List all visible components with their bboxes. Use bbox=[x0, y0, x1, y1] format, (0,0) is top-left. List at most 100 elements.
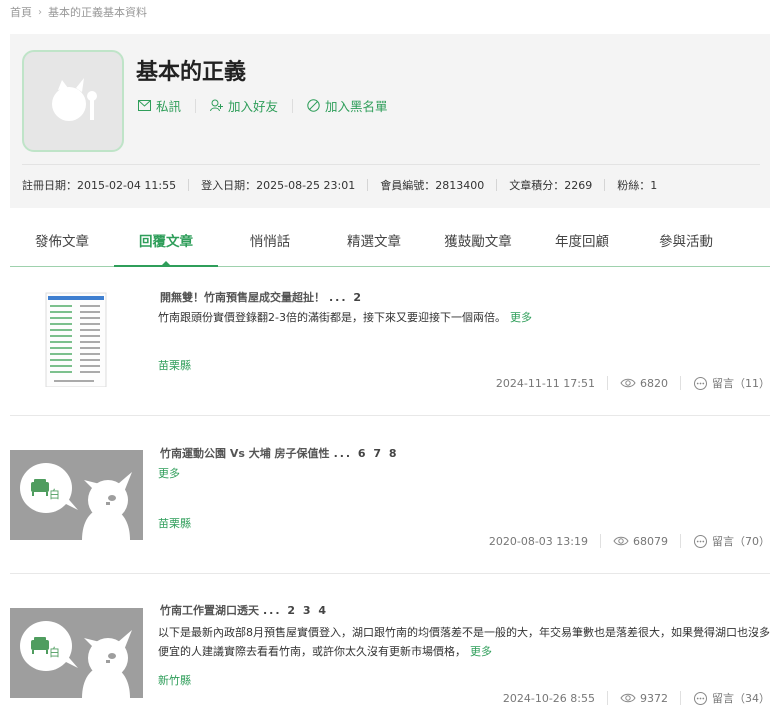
comment-icon bbox=[694, 376, 707, 390]
post-pages[interactable]: ... 2 bbox=[329, 291, 363, 304]
post-thumbnail[interactable]: 白 bbox=[10, 450, 143, 540]
chevron-right-icon: › bbox=[38, 6, 42, 18]
comments-label: 留言（11） bbox=[712, 377, 770, 390]
views-value: 68079 bbox=[633, 534, 668, 548]
post-date: 2024-10-26 8:55 bbox=[502, 691, 595, 705]
tab-bar: 發佈文章 回覆文章 悄悄話 精選文章 獲鼓勵文章 年度回顧 參與活動 bbox=[10, 223, 770, 267]
tab-featured-articles[interactable]: 精選文章 bbox=[322, 223, 426, 266]
post-title-row[interactable]: 開無雙！竹南預售屋成交量超扯！ ... 2 bbox=[160, 289, 363, 305]
list-item[interactable]: 白 竹南運動公園 Vs 大埔 房子保值性 ... 6 7 8 更多 苗栗縣 202… bbox=[10, 438, 770, 568]
post-date: 2024-11-11 17:51 bbox=[495, 376, 595, 390]
post-title[interactable]: 竹南運動公園 Vs 大埔 房子保值性 bbox=[160, 447, 330, 460]
tab-annual-review[interactable]: 年度回顧 bbox=[530, 223, 634, 266]
breadcrumb: 首頁 › 基本的正義基本資料 bbox=[10, 4, 147, 20]
post-thumbnail[interactable] bbox=[10, 287, 143, 388]
divider bbox=[607, 376, 608, 390]
divider bbox=[10, 415, 770, 416]
blacklist-label: 加入黑名單 bbox=[325, 99, 388, 114]
tab-posted-articles[interactable]: 發佈文章 bbox=[10, 223, 114, 266]
post-pages[interactable]: ... 6 7 8 bbox=[334, 447, 399, 460]
fans-count: 粉絲：1 bbox=[617, 179, 658, 192]
profile-stats: 註冊日期：2015-02-04 11:55 登入日期：2025-08-25 23… bbox=[22, 177, 657, 193]
tab-whispers[interactable]: 悄悄話 bbox=[218, 223, 322, 266]
divider bbox=[10, 573, 770, 574]
default-avatar-icon bbox=[52, 78, 97, 121]
tab-events[interactable]: 參與活動 bbox=[634, 223, 738, 266]
views-count: 6820 bbox=[620, 377, 668, 390]
post-location[interactable]: 苗栗縣 bbox=[158, 357, 191, 373]
post-excerpt: 更多 bbox=[158, 464, 770, 483]
message-button[interactable]: 私訊 bbox=[138, 96, 181, 115]
views-value: 6820 bbox=[640, 376, 668, 390]
list-item[interactable]: 開無雙！竹南預售屋成交量超扯！ ... 2 竹南跟頭份實價登錄翻2-3倍的滿街都是… bbox=[10, 280, 770, 410]
divider bbox=[607, 691, 608, 705]
post-title-row[interactable]: 竹南運動公園 Vs 大埔 房子保值性 ... 6 7 8 bbox=[160, 445, 399, 461]
divider bbox=[292, 98, 294, 113]
post-thumbnail[interactable]: 白 bbox=[10, 608, 143, 698]
svg-text:白: 白 bbox=[49, 645, 60, 659]
mail-icon bbox=[138, 100, 151, 111]
divider bbox=[188, 179, 190, 191]
more-link[interactable]: 更多 bbox=[158, 467, 180, 480]
more-link[interactable]: 更多 bbox=[510, 311, 532, 324]
views-count: 68079 bbox=[613, 535, 668, 548]
comments-link[interactable]: 留言（11） bbox=[693, 375, 770, 391]
post-excerpt: 竹南跟頭份實價登錄翻2-3倍的滿街都是，接下來又要迎接下一個兩倍。 更多 bbox=[158, 308, 770, 327]
post-title-row[interactable]: 竹南工作置湖口透天 ... 2 3 4 bbox=[160, 602, 328, 618]
post-text: 竹南跟頭份實價登錄翻2-3倍的滿街都是，接下來又要迎接下一個兩倍。 bbox=[158, 311, 506, 324]
tab-encouraged-articles[interactable]: 獲鼓勵文章 bbox=[426, 223, 530, 266]
blacklist-button[interactable]: 加入黑名單 bbox=[307, 96, 388, 115]
post-meta: 2024-10-26 8:55 9372 留言（34） bbox=[503, 690, 770, 706]
breadcrumb-current: 基本的正義基本資料 bbox=[48, 6, 147, 19]
divider bbox=[680, 376, 681, 390]
eye-icon bbox=[613, 536, 629, 546]
post-meta: 2024-11-11 17:51 6820 留言（11） bbox=[496, 375, 770, 391]
message-label: 私訊 bbox=[156, 99, 182, 114]
comments-link[interactable]: 留言（34） bbox=[693, 690, 770, 706]
default-house-thumbnail-image: 白 bbox=[10, 608, 143, 698]
divider bbox=[600, 534, 601, 548]
register-date: 註冊日期：2015-02-04 11:55 bbox=[22, 179, 177, 192]
comment-icon bbox=[694, 691, 707, 705]
login-date: 登入日期：2025-08-25 23:01 bbox=[201, 179, 356, 192]
default-house-thumbnail-image: 白 bbox=[10, 450, 143, 540]
breadcrumb-home[interactable]: 首頁 bbox=[10, 4, 32, 20]
member-number: 會員編號：2813400 bbox=[380, 179, 485, 192]
list-item[interactable]: 白 竹南工作置湖口透天 ... 2 3 4 以下是最新內政部8月預售屋實價登入，湖… bbox=[10, 596, 770, 723]
post-title[interactable]: 開無雙！竹南預售屋成交量超扯！ bbox=[160, 291, 325, 304]
post-location[interactable]: 苗栗縣 bbox=[158, 515, 191, 531]
divider bbox=[496, 179, 498, 191]
comments-label: 留言（70） bbox=[712, 535, 770, 548]
profile-card: 基本的正義 私訊 加入好友 加入黑名單 註冊日期：2015-02-04 11:5… bbox=[10, 34, 770, 208]
avatar bbox=[22, 50, 124, 152]
divider bbox=[680, 534, 681, 548]
eye-icon bbox=[620, 378, 636, 388]
post-location[interactable]: 新竹縣 bbox=[158, 672, 191, 688]
add-friend-label: 加入好友 bbox=[228, 99, 279, 114]
post-meta: 2020-08-03 13:19 68079 留言（70） bbox=[489, 533, 770, 549]
comments-link[interactable]: 留言（70） bbox=[693, 533, 770, 549]
post-excerpt: 以下是最新內政部8月預售屋實價登入，湖口跟竹南的均價落差不是一般的大，年交易筆數… bbox=[158, 623, 770, 661]
add-user-icon bbox=[210, 99, 224, 112]
post-text: 以下是最新內政部8月預售屋實價登入，湖口跟竹南的均價落差不是一般的大，年交易筆數… bbox=[158, 626, 770, 658]
add-friend-button[interactable]: 加入好友 bbox=[210, 96, 278, 115]
divider bbox=[680, 691, 681, 705]
divider bbox=[195, 98, 197, 113]
divider bbox=[604, 179, 606, 191]
comments-label: 留言（34） bbox=[712, 692, 770, 705]
post-pages[interactable]: ... 2 3 4 bbox=[263, 604, 328, 617]
divider bbox=[22, 164, 760, 165]
tab-reply-articles[interactable]: 回覆文章 bbox=[114, 223, 218, 267]
post-date: 2020-08-03 13:19 bbox=[488, 534, 588, 548]
views-count: 9372 bbox=[620, 692, 668, 705]
article-points: 文章積分：2269 bbox=[509, 179, 593, 192]
divider bbox=[367, 179, 369, 191]
views-value: 9372 bbox=[640, 691, 668, 705]
profile-actions: 私訊 加入好友 加入黑名單 bbox=[138, 96, 388, 115]
screenshot-thumbnail-image bbox=[45, 292, 107, 388]
more-link[interactable]: 更多 bbox=[470, 645, 492, 658]
svg-text:白: 白 bbox=[49, 487, 60, 501]
eye-icon bbox=[620, 693, 636, 703]
post-title[interactable]: 竹南工作置湖口透天 bbox=[160, 604, 259, 617]
block-icon bbox=[307, 99, 320, 112]
